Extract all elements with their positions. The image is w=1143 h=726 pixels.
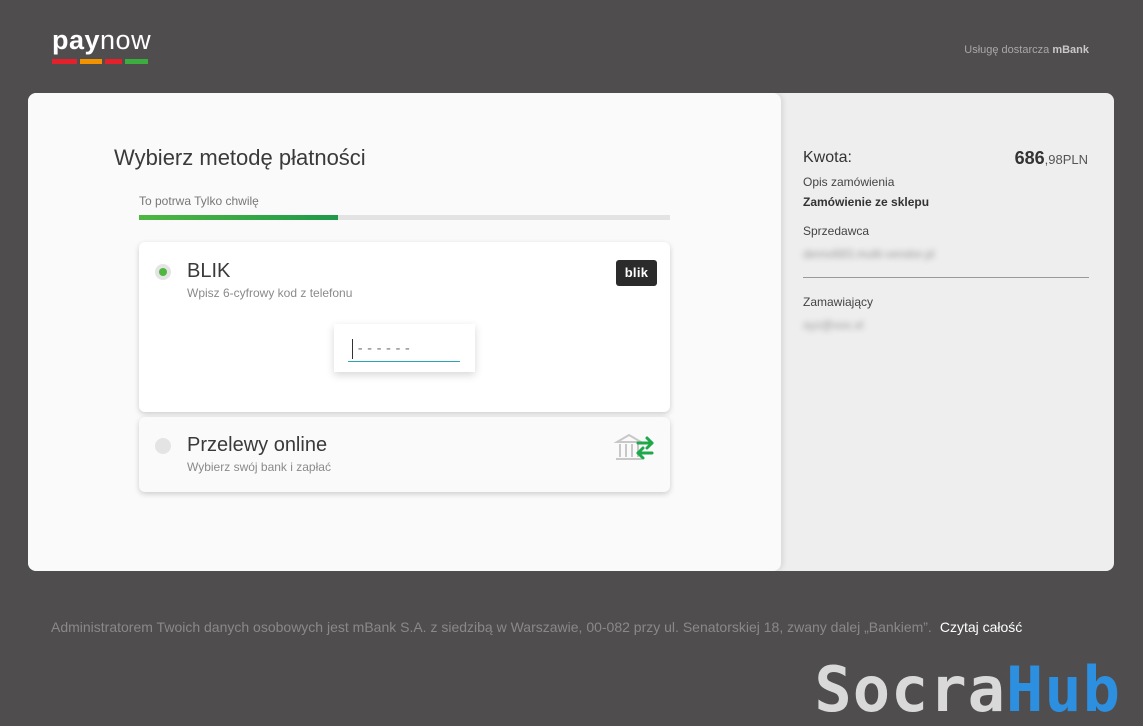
- blik-title: BLIK: [187, 260, 231, 282]
- order-value: Zamówienie ze sklepu: [803, 195, 930, 209]
- socrahub-watermark: SocraHub: [814, 655, 1121, 725]
- payment-method-blik[interactable]: BLIK Wpisz 6-cyfrowy kod z telefonu blik: [139, 242, 670, 412]
- blik-code-input[interactable]: [348, 336, 460, 362]
- progress-bar: [139, 215, 670, 220]
- progress-label: To potrwa Tylko chwilę: [139, 194, 259, 208]
- amount-label: Kwota:: [803, 149, 852, 166]
- payment-method-transfer[interactable]: Przelewy online Wybierz swój bank i zapł…: [139, 417, 670, 492]
- summary-divider: [803, 277, 1089, 278]
- order-summary: Kwota: 686,98PLN Opis zamówienia Zamówie…: [803, 93, 1114, 571]
- text-caret: [352, 339, 353, 359]
- logo-now: now: [100, 25, 152, 55]
- page-title: Wybierz metodę płatności: [114, 145, 366, 170]
- amount-currency: PLN: [1062, 152, 1088, 167]
- logo-color-bar: [52, 59, 149, 64]
- privacy-notice: Administratorem Twoich danych osobowych …: [51, 619, 1022, 635]
- blik-radio[interactable]: [155, 264, 171, 280]
- transfer-title: Przelewy online: [187, 434, 328, 456]
- transfer-radio[interactable]: [155, 438, 171, 454]
- bank-transfer-icon: [614, 433, 654, 460]
- buyer-label: Zamawiający: [803, 295, 874, 309]
- blik-code-box: [334, 324, 475, 372]
- provider-prefix: Usługę dostarcza: [964, 44, 1050, 56]
- paynow-logo: paynow: [52, 26, 151, 54]
- privacy-text: Administratorem Twoich danych osobowych …: [51, 619, 932, 635]
- buyer-value: xyz@xxx.xl: [803, 318, 864, 332]
- blik-description: Wpisz 6-cyfrowy kod z telefonu: [187, 286, 353, 300]
- transfer-description: Wybierz swój bank i zapłać: [187, 460, 331, 474]
- amount-main: 686: [1014, 148, 1045, 168]
- provider-name: mBank: [1052, 44, 1089, 56]
- amount-fraction: ,98: [1044, 152, 1063, 167]
- watermark-part2: Hub: [1006, 653, 1121, 726]
- amount-value: 686,98PLN: [1015, 148, 1088, 169]
- seller-value: demo683.multi-vendor.pl: [803, 247, 935, 261]
- read-more-link[interactable]: Czytaj całość: [940, 619, 1022, 635]
- provider-note: Usługę dostarcza mBank: [964, 44, 1089, 56]
- logo-pay: pay: [52, 25, 101, 55]
- blik-logo-icon: blik: [616, 260, 657, 286]
- payment-methods-panel: Wybierz metodę płatności To potrwa Tylko…: [28, 93, 781, 571]
- progress-fill: [139, 215, 339, 220]
- order-label: Opis zamówienia: [803, 175, 895, 189]
- seller-label: Sprzedawca: [803, 224, 870, 238]
- payment-card: Wybierz metodę płatności To potrwa Tylko…: [28, 93, 1114, 571]
- watermark-part1: Socra: [814, 653, 1007, 726]
